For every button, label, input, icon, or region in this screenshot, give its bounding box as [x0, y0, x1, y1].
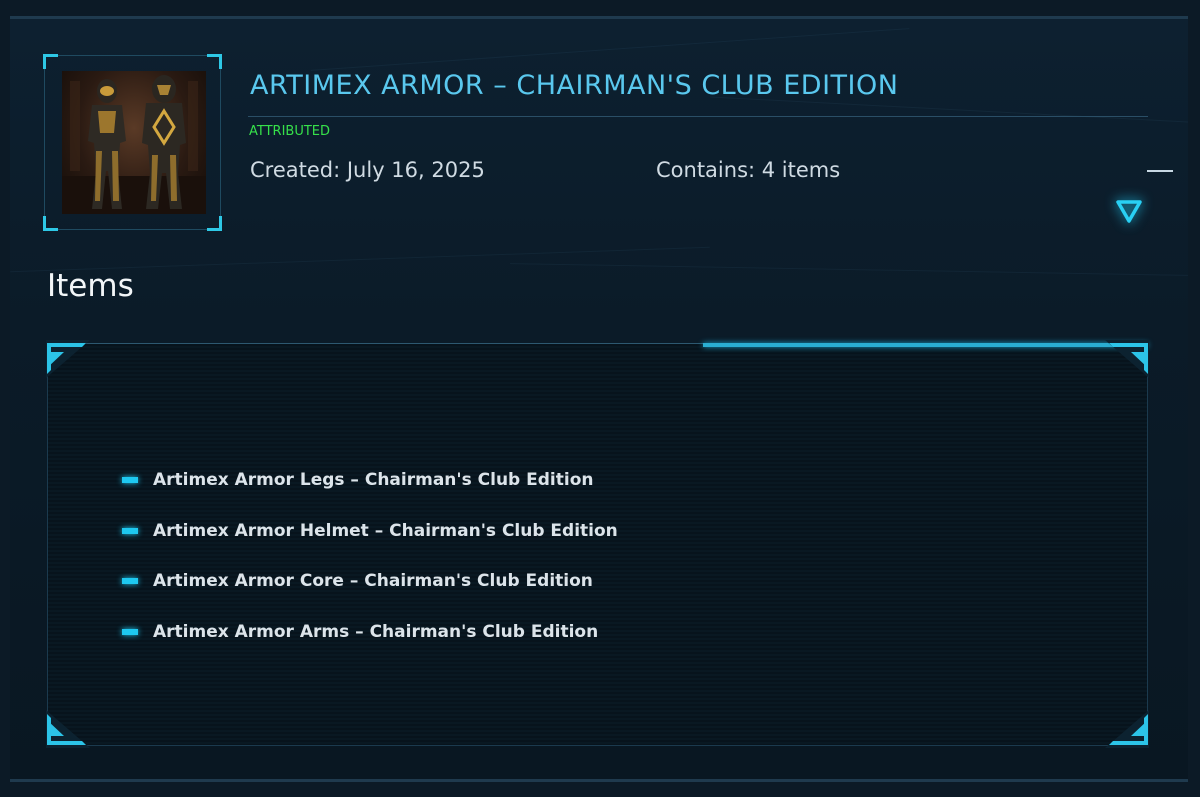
- armor-image: [62, 71, 206, 214]
- dash-bullet-icon: [122, 578, 138, 585]
- corner-bracket: [207, 216, 222, 231]
- item-count: Contains: 4 items: [656, 158, 841, 182]
- items-list: Artimex Armor Legs – Chairman's Club Edi…: [122, 455, 618, 657]
- item-label: Artimex Armor Arms – Chairman's Club Edi…: [153, 621, 599, 642]
- pledge-title: ARTIMEX ARMOR – CHAIRMAN'S CLUB EDITION: [250, 70, 899, 101]
- created-date: Created: July 16, 2025: [250, 158, 485, 182]
- list-item: Artimex Armor Helmet – Chairman's Club E…: [122, 506, 618, 557]
- dash-bullet-icon: [122, 628, 138, 635]
- corner-bracket-bottom-left: [46, 710, 90, 748]
- pledge-thumbnail[interactable]: [43, 54, 222, 231]
- corner-bracket-top-left: [46, 340, 90, 378]
- corner-bracket-bottom-right: [1105, 710, 1149, 748]
- list-item: Artimex Armor Core – Chairman's Club Edi…: [122, 556, 618, 607]
- panel-top-accent: [703, 343, 1148, 347]
- item-label: Artimex Armor Helmet – Chairman's Club E…: [153, 520, 618, 541]
- item-label: Artimex Armor Legs – Chairman's Club Edi…: [153, 470, 594, 491]
- corner-bracket: [43, 54, 58, 69]
- title-divider: [248, 116, 1148, 117]
- item-label: Artimex Armor Core – Chairman's Club Edi…: [153, 571, 593, 592]
- list-item: Artimex Armor Arms – Chairman's Club Edi…: [122, 607, 618, 658]
- status-badge: ATTRIBUTED: [249, 124, 331, 139]
- corner-bracket: [207, 54, 222, 69]
- dash-bullet-icon: [122, 477, 138, 484]
- chevron-down-triangle-icon: [1116, 200, 1142, 223]
- items-heading: Items: [47, 268, 134, 304]
- corner-bracket: [43, 216, 58, 231]
- list-item: Artimex Armor Legs – Chairman's Club Edi…: [122, 455, 618, 506]
- minus-icon: [1147, 170, 1173, 172]
- dash-bullet-icon: [122, 527, 138, 534]
- expand-toggle-button[interactable]: [1113, 196, 1145, 228]
- corner-bracket-top-right: [1105, 340, 1149, 378]
